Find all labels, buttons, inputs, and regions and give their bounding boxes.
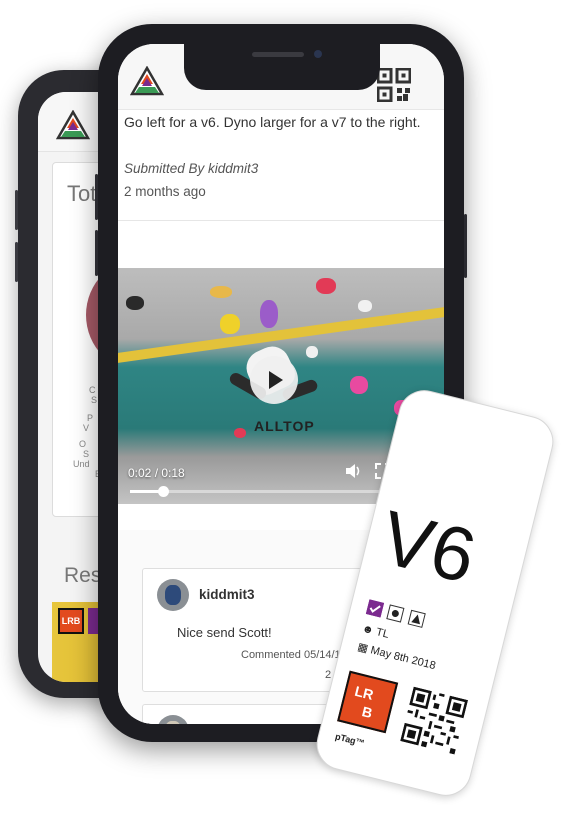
check-icon [365,599,385,618]
avatar[interactable] [157,579,189,611]
results-section-title: Res [64,564,102,587]
back-phone-volume-down [15,242,18,282]
person-icon: ☻ [360,622,375,638]
hold [234,428,246,438]
front-phone-volume-up [95,174,98,220]
lrb-logo-text-top: LR [353,682,376,703]
pie-label: S [91,395,98,405]
front-camera [314,50,322,58]
pie-label: Und [73,459,90,469]
tag-color-strip [88,608,98,634]
triangle-icon [407,609,426,628]
section-divider [118,220,444,221]
video-scrubber-knob[interactable] [157,486,169,497]
pie-label: C [89,385,96,395]
tag-setter: ☻ TL [361,623,390,641]
calendar-icon: ▦ [356,641,370,656]
pie-label: S [83,449,90,459]
back-phone-volume-up [15,190,18,230]
volume-icon[interactable] [344,462,362,480]
route-description: Go left for a v6. Dyno larger for a v7 t… [124,114,421,130]
front-phone-volume-down [95,230,98,276]
earpiece-speaker [252,52,304,57]
tag-brand: pTag™ [334,731,366,749]
mountain-logo-icon[interactable] [130,66,164,96]
hold [126,296,144,310]
stats-card-title: Tot [67,181,97,206]
tag-grade: V6 [372,495,484,601]
avatar[interactable] [157,715,189,724]
tag-date-text: May 8th 2018 [369,644,437,673]
hold [220,314,240,334]
tag-setter-text: TL [374,626,391,641]
avatar-image [165,721,181,724]
avatar-image [165,585,181,605]
qr-code-icon[interactable] [377,68,411,102]
qr-code-icon[interactable] [400,686,469,755]
pie-label: O [79,439,87,449]
submitted-by: Submitted By kiddmit3 [124,161,259,176]
hold [260,300,278,328]
hold-type-icon [386,604,405,623]
lrb-logo-text-bottom: B [360,703,375,722]
lrb-logo-mini: LRB [58,608,84,634]
submitted-ago: 2 months ago [124,184,206,199]
hold [210,286,232,298]
video-watermark: ALLTOP [254,418,315,434]
phone-notch [184,44,380,90]
pie-label: V [83,423,90,433]
comment-text: Nice send Scott! [177,625,272,640]
tag-date: ▦ May 8th 2018 [356,640,437,672]
lrb-logo: LR B [337,670,399,734]
hold [316,278,336,294]
hold [350,376,368,394]
mountain-logo-icon[interactable] [56,110,90,140]
pie-label: P [87,413,94,423]
video-time: 0:02 / 0:18 [128,466,185,480]
play-icon[interactable] [250,356,298,404]
hold [358,300,372,312]
hold [306,346,318,358]
comment-username[interactable]: kiddmit3 [199,587,255,602]
front-phone-power-button [464,214,467,278]
comment-username[interactable]: scottrim [199,723,252,724]
